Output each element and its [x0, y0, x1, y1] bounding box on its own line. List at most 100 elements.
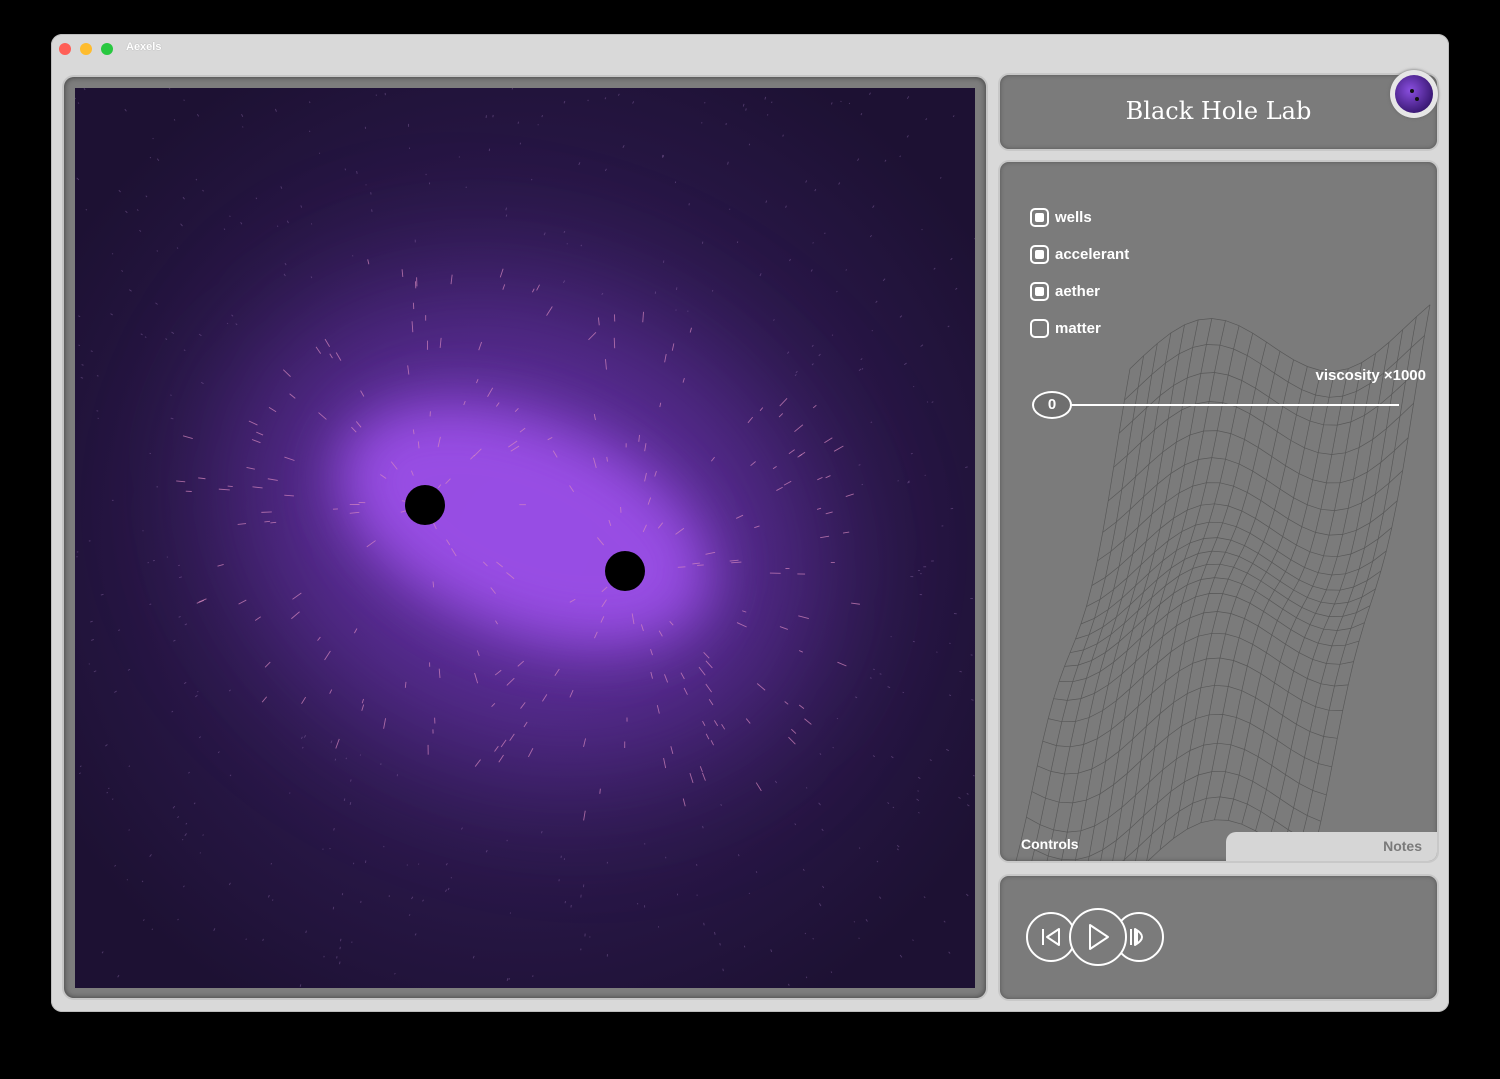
checkbox-box[interactable]: [1030, 282, 1049, 301]
particle-streak: [541, 114, 543, 118]
simulation-frame: [64, 77, 986, 998]
particle-streak: [719, 943, 721, 946]
particle-streak: [356, 170, 358, 174]
particle-streak: [812, 242, 814, 244]
particle-streak: [272, 899, 274, 901]
particle-streak: [902, 691, 905, 694]
checkbox-box[interactable]: [1030, 245, 1049, 264]
checkbox-wells[interactable]: wells: [1030, 208, 1092, 227]
particle-streak: [853, 921, 856, 923]
particle-streak: [745, 108, 747, 111]
maximize-window-button[interactable]: [101, 43, 113, 55]
viscosity-slider-knob[interactable]: 0: [1032, 391, 1072, 419]
particle-streak: [276, 225, 279, 227]
particle-streak: [255, 197, 258, 200]
checkbox-box[interactable]: [1030, 208, 1049, 227]
mesh-line: [1107, 430, 1409, 502]
step-back-icon: [1042, 928, 1060, 946]
particle-streak: [156, 250, 159, 252]
particle-streak: [350, 779, 352, 782]
play-icon: [1089, 924, 1109, 950]
particle-streak: [907, 481, 910, 484]
particle-streak: [722, 968, 724, 972]
mesh-line: [1129, 304, 1431, 372]
particle-streak: [506, 839, 508, 842]
checkbox-label: matter: [1055, 320, 1101, 337]
particle-streak: [450, 877, 452, 879]
mesh-line: [1268, 342, 1390, 840]
particle-streak: [333, 828, 335, 831]
particle-streak: [697, 564, 704, 566]
particle-streak: [830, 971, 833, 974]
checkbox-label: accelerant: [1055, 246, 1130, 263]
particle-streak: [805, 976, 808, 979]
particle-streak: [836, 717, 839, 720]
particle-streak: [149, 603, 152, 605]
black-hole-logo-icon[interactable]: [1390, 70, 1438, 118]
tab-controls[interactable]: Controls: [1021, 836, 1079, 852]
mesh-line: [1015, 368, 1131, 861]
particle-streak: [505, 214, 508, 217]
logo-inner: [1395, 75, 1433, 113]
black-hole-simulation: [75, 88, 975, 988]
checkbox-aether[interactable]: aether: [1030, 282, 1100, 301]
play-button[interactable]: [1069, 908, 1127, 966]
particle-streak: [703, 922, 705, 926]
simulation-canvas[interactable]: [75, 88, 975, 988]
mesh-line: [1086, 521, 1387, 607]
mesh-line: [1200, 370, 1322, 823]
checkbox-accelerant[interactable]: accelerant: [1030, 245, 1129, 264]
particle-streak: [199, 852, 201, 854]
particle-streak: [824, 232, 826, 235]
particle-streak: [202, 834, 204, 836]
mesh-line: [1310, 304, 1431, 861]
particle-streak: [720, 803, 722, 806]
particle-streak: [917, 790, 919, 792]
particle-streak: [701, 241, 704, 244]
particle-streak: [858, 847, 861, 849]
particle-streak: [907, 480, 910, 483]
particle-streak: [812, 937, 814, 940]
particle-streak: [417, 863, 420, 865]
checkbox-matter[interactable]: matter: [1030, 319, 1101, 338]
particle-streak: [305, 930, 307, 934]
particle-streak: [394, 972, 396, 975]
transport-panel: [1000, 876, 1437, 999]
mesh-line: [1135, 333, 1254, 861]
particle-streak: [921, 228, 923, 231]
particle-streak: [152, 137, 154, 140]
particle-streak: [264, 520, 271, 523]
particle-streak: [755, 871, 758, 874]
minimize-window-button[interactable]: [80, 43, 92, 55]
particle-streak: [96, 375, 99, 377]
viscosity-slider-track[interactable]: [1055, 404, 1399, 406]
particle-streak: [270, 862, 273, 865]
mesh-line: [1113, 401, 1414, 468]
particle-streak: [848, 102, 851, 105]
particle-streak: [181, 838, 184, 841]
particle-streak: [677, 566, 686, 568]
particle-streak: [245, 938, 247, 941]
checkbox-box[interactable]: [1030, 319, 1049, 338]
mesh-line: [1037, 684, 1338, 775]
particle-streak: [805, 787, 808, 789]
title-bar: Aexels: [51, 34, 1449, 62]
page-title: Black Hole Lab: [1125, 97, 1312, 125]
particle-streak: [869, 677, 872, 679]
mesh-line: [1227, 368, 1349, 821]
mesh-line: [1146, 342, 1267, 861]
particle-streak: [183, 99, 185, 101]
app-title: Aexels: [126, 41, 162, 53]
mesh-line: [1282, 329, 1404, 849]
particle-streak: [334, 758, 337, 761]
wireframe-surface-decoration: [1015, 304, 1431, 861]
black-hole-left[interactable]: [405, 485, 445, 525]
particle-streak: [913, 385, 915, 388]
mesh-line: [1048, 632, 1349, 723]
particle-streak: [128, 829, 130, 831]
black-hole-right[interactable]: [605, 551, 645, 591]
tab-notes-label[interactable]: Notes: [1383, 838, 1422, 854]
particle-streak: [432, 581, 435, 588]
close-window-button[interactable]: [59, 43, 71, 55]
particle-streak: [743, 945, 746, 948]
